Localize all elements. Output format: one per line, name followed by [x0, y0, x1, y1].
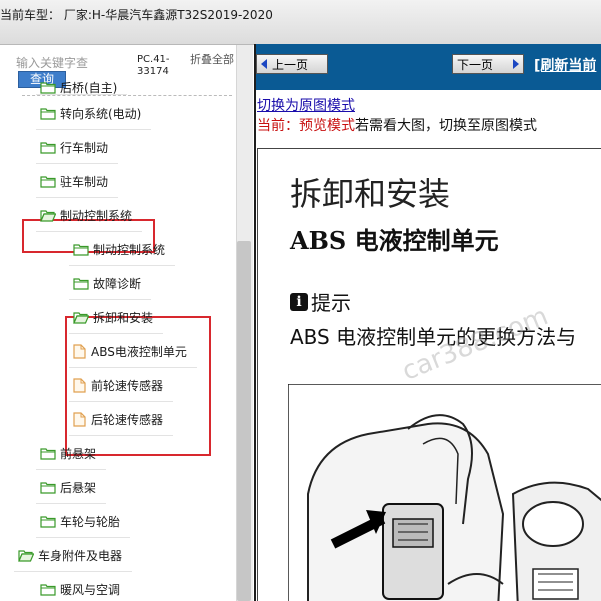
doc-title: 拆卸和安装	[290, 175, 451, 213]
tree-item-4[interactable]: 制动控制系统	[68, 232, 176, 266]
tree-item-partial[interactable]: 后桥(自主)	[35, 79, 128, 95]
folder-icon	[40, 107, 56, 120]
folder-icon	[40, 583, 56, 596]
tree-item-label: 转向系统(电动)	[60, 106, 142, 121]
tree-item-label: 暖风与空调	[60, 582, 121, 597]
tree-item-2[interactable]: 驻车制动	[35, 164, 119, 198]
tree-item-13[interactable]: 车身附件及电器	[13, 538, 133, 572]
arrow-right-icon	[513, 59, 519, 69]
tree-item-label: 前轮速传感器	[91, 378, 164, 393]
folder-icon	[40, 81, 56, 94]
abs-unit-illustration	[288, 384, 601, 601]
tree-item-0[interactable]: 转向系统(电动)	[35, 96, 152, 130]
tree-item-label: 车轮与轮胎	[60, 514, 121, 529]
current-vehicle-label: 当前车型： 厂家:H-华晨汽车鑫源T32S2019-2020	[0, 8, 273, 22]
folder-open-icon	[18, 549, 35, 562]
folder-icon	[40, 141, 56, 154]
prev-page-label: 上一页	[272, 57, 309, 72]
refresh-link[interactable]: [刷新当前	[534, 55, 596, 75]
preview-mode-hint: 若需看大图，切换至原图模式	[355, 118, 537, 134]
sidebar: 查询 PC.41-33174 折叠全部 后桥(自主)转向系统(电动)行车制动驻车…	[0, 45, 254, 601]
next-page-label: 下一页	[457, 57, 494, 72]
folder-icon	[73, 277, 89, 290]
tree-item-label: 车身附件及电器	[38, 548, 123, 563]
tree-item-label: ABS电液控制单元	[91, 344, 187, 359]
folder-icon	[40, 175, 56, 188]
tree-item-label: 制动控制系统	[60, 208, 133, 223]
folder-open-icon	[40, 209, 57, 222]
folder-open-icon	[73, 311, 90, 324]
tree-item-label: 拆卸和安装	[93, 310, 154, 325]
title-bar: 当前车型： 厂家:H-华晨汽车鑫源T32S2019-2020	[0, 0, 601, 45]
folder-icon	[40, 481, 56, 494]
tree-item-8[interactable]: 前轮速传感器	[68, 368, 174, 402]
tree-item-label: 后桥(自主)	[60, 80, 118, 95]
tree-item-12[interactable]: 车轮与轮胎	[35, 504, 131, 538]
tree-item-3[interactable]: 制动控制系统	[35, 198, 143, 232]
sidebar-scrollbar-thumb[interactable]	[237, 241, 251, 601]
folder-icon	[40, 515, 56, 528]
document-page: 拆卸和安装 ABS 电液控制单元 i 提示 ABS 电液控制单元的更换方法与 c…	[257, 148, 601, 601]
tree-item-9[interactable]: 后轮速传感器	[68, 402, 174, 436]
folder-icon	[40, 447, 56, 460]
search-input[interactable]	[16, 55, 102, 71]
doc-hint-label: 提示	[311, 291, 351, 315]
preview-mode-label: 当前：预览模式	[257, 118, 355, 134]
prev-page-button[interactable]: 上一页	[256, 54, 328, 74]
tree-item-7[interactable]: ABS电液控制单元	[69, 334, 197, 368]
tree-item-1[interactable]: 行车制动	[35, 130, 119, 164]
tree-item-14[interactable]: 暖风与空调	[40, 572, 120, 601]
preview-mode-notice: 当前：预览模式若需看大图，切换至原图模式	[257, 115, 537, 135]
tree-item-label: 驻车制动	[60, 174, 109, 189]
arrow-left-icon	[261, 59, 267, 69]
info-icon: i	[290, 292, 308, 311]
tree-item-label: 前悬架	[60, 446, 97, 461]
tree-item-label: 故障诊断	[93, 276, 142, 291]
document-icon	[73, 343, 86, 359]
tree-item-label: 后悬架	[60, 480, 97, 495]
tree-item-6[interactable]: 拆卸和安装	[68, 300, 164, 334]
folder-icon	[73, 243, 89, 256]
tree-item-label: 行车制动	[60, 140, 109, 155]
tree-item-11[interactable]: 后悬架	[35, 470, 107, 504]
viewer-toolbar: 上一页 下一页 [刷新当前	[256, 44, 601, 90]
document-icon	[73, 411, 86, 427]
document-icon	[73, 377, 86, 393]
doc-hint: i 提示	[290, 287, 351, 316]
collapse-all-button[interactable]: 折叠全部	[190, 54, 236, 66]
switch-original-mode-link[interactable]: 切换为原图模式	[257, 95, 355, 115]
tree-item-10[interactable]: 前悬架	[35, 436, 107, 470]
tree-item-label: 制动控制系统	[93, 242, 166, 257]
tree-item-5[interactable]: 故障诊断	[68, 266, 152, 300]
tree-item-label: 后轮速传感器	[91, 412, 164, 427]
next-page-button[interactable]: 下一页	[452, 54, 524, 74]
doc-subtitle: ABS 电液控制单元	[290, 226, 499, 255]
document-viewer: 上一页 下一页 [刷新当前 切换为原图模式 当前：预览模式若需看大图，切换至原图…	[256, 44, 601, 601]
pc-code: PC.41-33174	[137, 54, 170, 77]
